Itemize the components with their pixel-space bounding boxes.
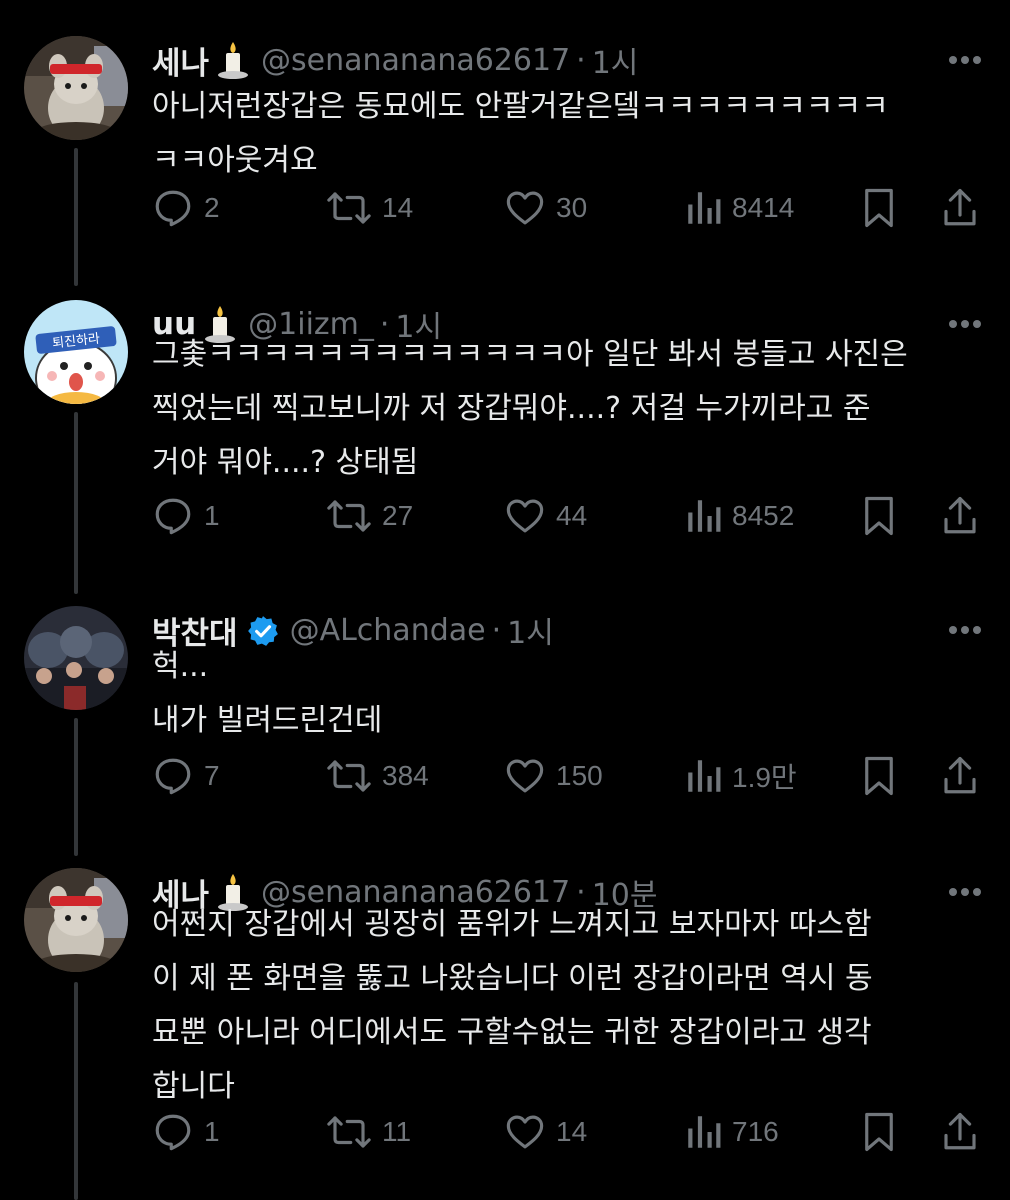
retweet-arrows-icon xyxy=(327,500,371,532)
views-button[interactable]: 8452 xyxy=(686,492,794,540)
retweet-count: 384 xyxy=(382,760,429,791)
share-button[interactable] xyxy=(942,184,978,232)
avatar[interactable]: 퇴진하라 xyxy=(24,300,128,404)
like-button[interactable]: 44 xyxy=(504,492,587,540)
chinchilla-avatar-image xyxy=(24,868,128,972)
speech-bubble-icon xyxy=(155,1114,191,1151)
share-upload-icon xyxy=(944,1112,976,1150)
retweet-count: 27 xyxy=(382,500,414,531)
tweet-text: 헉... 내가 빌려드린건데 xyxy=(152,649,383,738)
bookmark-button[interactable] xyxy=(862,752,896,800)
share-button[interactable] xyxy=(942,1108,978,1156)
like-count: 14 xyxy=(556,1116,588,1147)
tweet-text: 그촟ㅋㅋㅋㅋㅋㅋㅋㅋㅋㅋㅋㅋㅋ아 일단 봐서 봉들고 사진은 찍었는데 찍고보니… xyxy=(152,337,908,480)
share-button[interactable] xyxy=(942,492,978,540)
action-bar: 2 14 30 8414 xyxy=(152,184,986,232)
retweet-count: 14 xyxy=(382,192,414,223)
reply-button[interactable]: 1 xyxy=(152,492,220,540)
cartoon-hamster-avatar-image: 퇴진하라 xyxy=(24,300,128,404)
view-count: 716 xyxy=(732,1116,779,1147)
share-upload-icon xyxy=(944,756,976,794)
action-bar: 7 384 150 1.9만 xyxy=(152,752,986,800)
action-bar: 1 11 14 716 xyxy=(152,1108,986,1156)
retweet-arrows-icon xyxy=(327,760,371,792)
heart-icon xyxy=(506,191,544,225)
three-dots-icon[interactable] xyxy=(948,620,982,639)
like-count: 30 xyxy=(556,192,588,223)
view-count: 8452 xyxy=(732,500,795,531)
bookmark-icon xyxy=(865,188,893,228)
bar-chart-icon xyxy=(688,500,721,532)
retweet-arrows-icon xyxy=(327,192,371,224)
bar-chart-icon xyxy=(688,1116,721,1148)
reply-button[interactable]: 7 xyxy=(152,752,220,800)
avatar[interactable] xyxy=(24,868,128,972)
user-handle[interactable]: @senananana62617 xyxy=(261,43,570,78)
reply-button[interactable]: 1 xyxy=(152,1108,220,1156)
display-name[interactable]: 세나 xyxy=(152,38,209,83)
reply-button[interactable]: 2 xyxy=(152,184,220,232)
three-dots-icon[interactable] xyxy=(948,50,982,69)
like-count: 44 xyxy=(556,500,588,531)
bar-chart-icon xyxy=(688,192,721,224)
tweet[interactable]: 세나 @senananana62617 · 1시 아니저런장갑은 동묘에도 안팔… xyxy=(0,36,1010,246)
views-button[interactable]: 1.9만 xyxy=(686,752,797,800)
share-upload-icon xyxy=(944,496,976,534)
reply-count: 1 xyxy=(204,1116,220,1147)
retweet-button[interactable]: 27 xyxy=(326,492,413,540)
bookmark-icon xyxy=(865,756,893,796)
retweet-arrows-icon xyxy=(327,1116,371,1148)
share-button[interactable] xyxy=(942,752,978,800)
reply-count: 7 xyxy=(204,760,220,791)
action-bar: 1 27 44 8452 xyxy=(152,492,986,540)
bookmark-button[interactable] xyxy=(862,492,896,540)
like-button[interactable]: 14 xyxy=(504,1108,587,1156)
tweet-header: 세나 @senananana62617 · 1시 xyxy=(152,38,638,82)
bookmark-button[interactable] xyxy=(862,1108,896,1156)
retweet-button[interactable]: 14 xyxy=(326,184,413,232)
view-count: 8414 xyxy=(732,192,795,223)
group-photo-avatar-image xyxy=(24,606,128,710)
tweet-text: 어쩐지 장갑에서 굉장히 품위가 느껴지고 보자마자 따스함 이 제 폰 화면을… xyxy=(152,907,873,1104)
tweet[interactable]: 박찬대 @ALchandae · 1시 헉... 내가 빌려드린건데 7 384… xyxy=(0,606,1010,816)
like-button[interactable]: 150 xyxy=(504,752,603,800)
reply-count: 2 xyxy=(204,192,220,223)
tweet-text: 아니저런장갑은 동묘에도 안팔거같은뎈ㅋㅋㅋㅋㅋㅋㅋㅋㅋ ㅋㅋ아웃겨요 xyxy=(152,89,889,178)
heart-icon xyxy=(506,759,544,793)
views-button[interactable]: 8414 xyxy=(686,184,794,232)
retweet-button[interactable]: 384 xyxy=(326,752,429,800)
separator-dot: · xyxy=(576,42,586,78)
bar-chart-icon xyxy=(688,760,721,792)
retweet-button[interactable]: 11 xyxy=(326,1108,411,1156)
share-upload-icon xyxy=(944,188,976,226)
candle-emoji-icon xyxy=(215,40,251,84)
speech-bubble-icon xyxy=(155,758,191,795)
avatar[interactable] xyxy=(24,36,128,140)
like-button[interactable]: 30 xyxy=(504,184,587,232)
tweet[interactable]: 퇴진하라 uu @1iizm_ · 1시 그촟ㅋㅋㅋㅋㅋㅋㅋㅋㅋㅋㅋㅋㅋ아 일단… xyxy=(0,300,1010,556)
reply-count: 1 xyxy=(204,500,220,531)
chinchilla-avatar-image xyxy=(24,36,128,140)
tweet[interactable]: 세나 @senananana62617 · 10분 어쩐지 장갑에서 굉장히 품… xyxy=(0,868,1010,1168)
bookmark-button[interactable] xyxy=(862,184,896,232)
heart-icon xyxy=(506,499,544,533)
heart-icon xyxy=(506,1115,544,1149)
avatar[interactable] xyxy=(24,606,128,710)
view-count: 1.9만 xyxy=(732,762,797,793)
bookmark-icon xyxy=(865,1112,893,1152)
speech-bubble-icon xyxy=(155,498,191,535)
like-count: 150 xyxy=(556,760,603,791)
views-button[interactable]: 716 xyxy=(686,1108,779,1156)
bookmark-icon xyxy=(865,496,893,536)
speech-bubble-icon xyxy=(155,190,191,227)
retweet-count: 11 xyxy=(382,1116,412,1147)
timestamp[interactable]: 1시 xyxy=(592,38,639,82)
